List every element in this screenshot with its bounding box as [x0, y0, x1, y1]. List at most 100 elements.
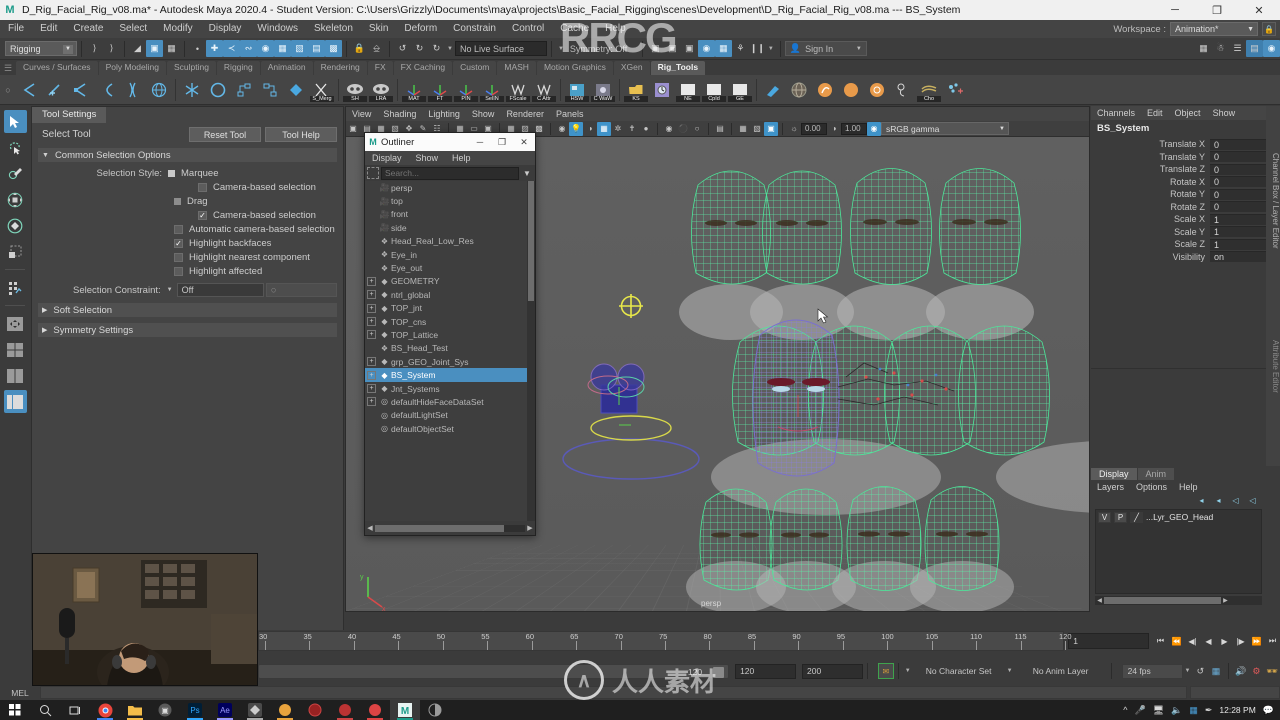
select-by-hierarchy-icon[interactable]: ◢: [129, 40, 146, 57]
select-camera-icon[interactable]: ▣: [346, 122, 360, 136]
expand-icon[interactable]: +: [367, 290, 376, 299]
layer-list[interactable]: V P ╱ ...Lyr_GEO_Head: [1095, 509, 1262, 594]
new-scene-icon[interactable]: ⟩: [86, 40, 103, 57]
outliner-item-grp-geo-joint-sys[interactable]: +◆grp_GEO_Joint_Sys: [365, 355, 535, 368]
shelf-button-curve-ep[interactable]: [68, 77, 94, 103]
viewport-menu-lighting[interactable]: Lighting: [422, 107, 466, 121]
chevron-down-icon[interactable]: ▼: [167, 287, 173, 293]
channel-box-menu-object[interactable]: Object: [1169, 106, 1207, 120]
outliner-item-jnt-systems[interactable]: +◆Jnt_Systems: [365, 382, 535, 395]
menu-deform[interactable]: Deform: [396, 20, 445, 38]
outliner-maximize-button[interactable]: ❐: [491, 133, 513, 151]
scroll-right-arrow-icon[interactable]: ▶: [525, 524, 535, 532]
expand-icon[interactable]: +: [367, 277, 376, 286]
expand-icon[interactable]: +: [367, 317, 376, 326]
viewport-menu-view[interactable]: View: [346, 107, 377, 121]
character-icon[interactable]: 🕶: [1264, 664, 1280, 679]
gamma-icon[interactable]: ◑: [827, 122, 841, 136]
expand-icon[interactable]: +: [367, 357, 376, 366]
play-forwards-button[interactable]: ▶: [1217, 634, 1232, 649]
panel-toolbar-icon-3[interactable]: ☰: [1229, 40, 1246, 57]
side-tab-attribute-editor[interactable]: Attribute Editor: [1266, 301, 1280, 431]
scroll-left-arrow-icon[interactable]: ◀: [1095, 597, 1104, 604]
menu-modify[interactable]: Modify: [155, 20, 200, 38]
microphone-icon[interactable]: 🎤: [1134, 705, 1145, 716]
shelf-button-hierarchy-2[interactable]: [257, 77, 283, 103]
layer-menu-layers[interactable]: Layers: [1091, 482, 1130, 492]
shelf-button-ge[interactable]: GE: [727, 77, 753, 103]
circle-app-icon[interactable]: [420, 700, 450, 720]
shelf-tab-sculpting[interactable]: Sculpting: [167, 61, 216, 75]
marquee-radio[interactable]: [168, 170, 175, 177]
selection-constraint-extra[interactable]: ○: [266, 283, 337, 297]
panel-toolbar-icon-1[interactable]: ▦: [1195, 40, 1212, 57]
photoshop-icon[interactable]: Ps: [180, 700, 210, 720]
shadows-icon[interactable]: ◑: [583, 122, 597, 136]
layer-color-swatch[interactable]: ╱: [1130, 512, 1143, 523]
filter-icon[interactable]: ▼: [521, 167, 533, 179]
shelf-menu-icon[interactable]: ☰: [0, 61, 16, 75]
playback-speed-dropdown[interactable]: 24 fps: [1122, 664, 1183, 679]
rebuild-icon[interactable]: ↻: [428, 40, 445, 57]
panel-toolbar-icon-4[interactable]: ▤: [1246, 40, 1263, 57]
layer-playback-toggle[interactable]: P: [1114, 512, 1127, 523]
undo-icon[interactable]: ↺: [394, 40, 411, 57]
layer-visibility-toggle[interactable]: V: [1098, 512, 1111, 523]
symmetry-settings-section[interactable]: ▶ Symmetry Settings: [38, 323, 337, 337]
chevron-down-icon[interactable]: ▼: [445, 46, 455, 52]
command-input-field[interactable]: [40, 686, 1187, 699]
channel-box-menu-show[interactable]: Show: [1207, 106, 1242, 120]
tool-help-button[interactable]: Tool Help: [265, 127, 337, 142]
pause-icon[interactable]: ❙❙: [749, 40, 766, 57]
layer-tab-anim[interactable]: Anim: [1138, 468, 1175, 480]
color-space-dropdown[interactable]: sRGB gamma ▼: [881, 122, 1009, 135]
file-explorer-icon[interactable]: [120, 700, 150, 720]
layer-list-horizontal-scrollbar[interactable]: ◀ ▶: [1095, 596, 1262, 605]
shelf-button-paint-weights[interactable]: [760, 77, 786, 103]
shelf-tab-mash[interactable]: MASH: [497, 61, 536, 75]
shelf-button-ne[interactable]: NE: [675, 77, 701, 103]
live-surface-field[interactable]: No Live Surface: [455, 41, 547, 56]
shelf-tab-custom[interactable]: Custom: [453, 61, 496, 75]
display-icon[interactable]: 🖥: [1153, 705, 1164, 716]
app-red-1-icon[interactable]: [300, 700, 330, 720]
layer-row[interactable]: V P ╱ ...Lyr_GEO_Head: [1096, 510, 1261, 524]
scrollbar-thumb[interactable]: [528, 181, 534, 301]
shelf-button-snowflake[interactable]: [179, 77, 205, 103]
outliner-item-top-lattice[interactable]: +◆TOP_Lattice: [365, 328, 535, 341]
app-red-2-icon[interactable]: [330, 700, 360, 720]
shelf-button-pin[interactable]: PIN: [453, 77, 479, 103]
shelf-button-hierarchy-1[interactable]: [231, 77, 257, 103]
grid-snap-toggle-icon[interactable]: ▩: [325, 40, 342, 57]
layout-single-view-button[interactable]: [4, 312, 27, 335]
scroll-left-arrow-icon[interactable]: ◀: [365, 524, 375, 532]
zbrush-icon[interactable]: ▣: [150, 700, 180, 720]
close-button[interactable]: ✕: [1238, 0, 1280, 20]
shelf-button-sh[interactable]: SH: [342, 77, 368, 103]
construction-plane-icon[interactable]: ▤: [308, 40, 325, 57]
outliner-item-front[interactable]: 🎥front: [365, 208, 535, 221]
viewport-menu-shading[interactable]: Shading: [377, 107, 422, 121]
taskbar-clock[interactable]: 12:28 PM: [1219, 706, 1255, 715]
outliner-item-eye-in[interactable]: ❖Eye_in: [365, 248, 535, 261]
multisample-icon[interactable]: ✝: [625, 122, 639, 136]
display-textures-icon[interactable]: ○: [690, 122, 704, 136]
render-setup-icon[interactable]: ⚘: [732, 40, 749, 57]
ipr-render-icon[interactable]: ▣: [681, 40, 698, 57]
layer-menu-options[interactable]: Options: [1130, 482, 1173, 492]
shelf-button-sphere-orange-2[interactable]: [838, 77, 864, 103]
volume-icon[interactable]: 🔈: [1171, 705, 1182, 716]
shelf-button-lra[interactable]: LRA: [368, 77, 394, 103]
maximize-button[interactable]: ❐: [1196, 0, 1238, 20]
create-layer-from-selected-icon[interactable]: ◂: [1213, 495, 1224, 506]
channel-box-menu-channels[interactable]: Channels: [1091, 106, 1141, 120]
outliner-item-default-light-set[interactable]: ◎defaultLightSet: [365, 409, 535, 422]
scrollbar-thumb[interactable]: [375, 525, 504, 532]
view-transform-icon[interactable]: ▤: [713, 122, 727, 136]
current-frame-field[interactable]: 1: [1068, 633, 1149, 649]
use-default-lighting-icon[interactable]: ◉: [555, 122, 569, 136]
redo-icon[interactable]: ↻: [411, 40, 428, 57]
outliner-search-input[interactable]: [381, 167, 519, 180]
resolution-gate-icon[interactable]: ▣: [764, 122, 778, 136]
range-start-field[interactable]: 120: [735, 664, 796, 679]
